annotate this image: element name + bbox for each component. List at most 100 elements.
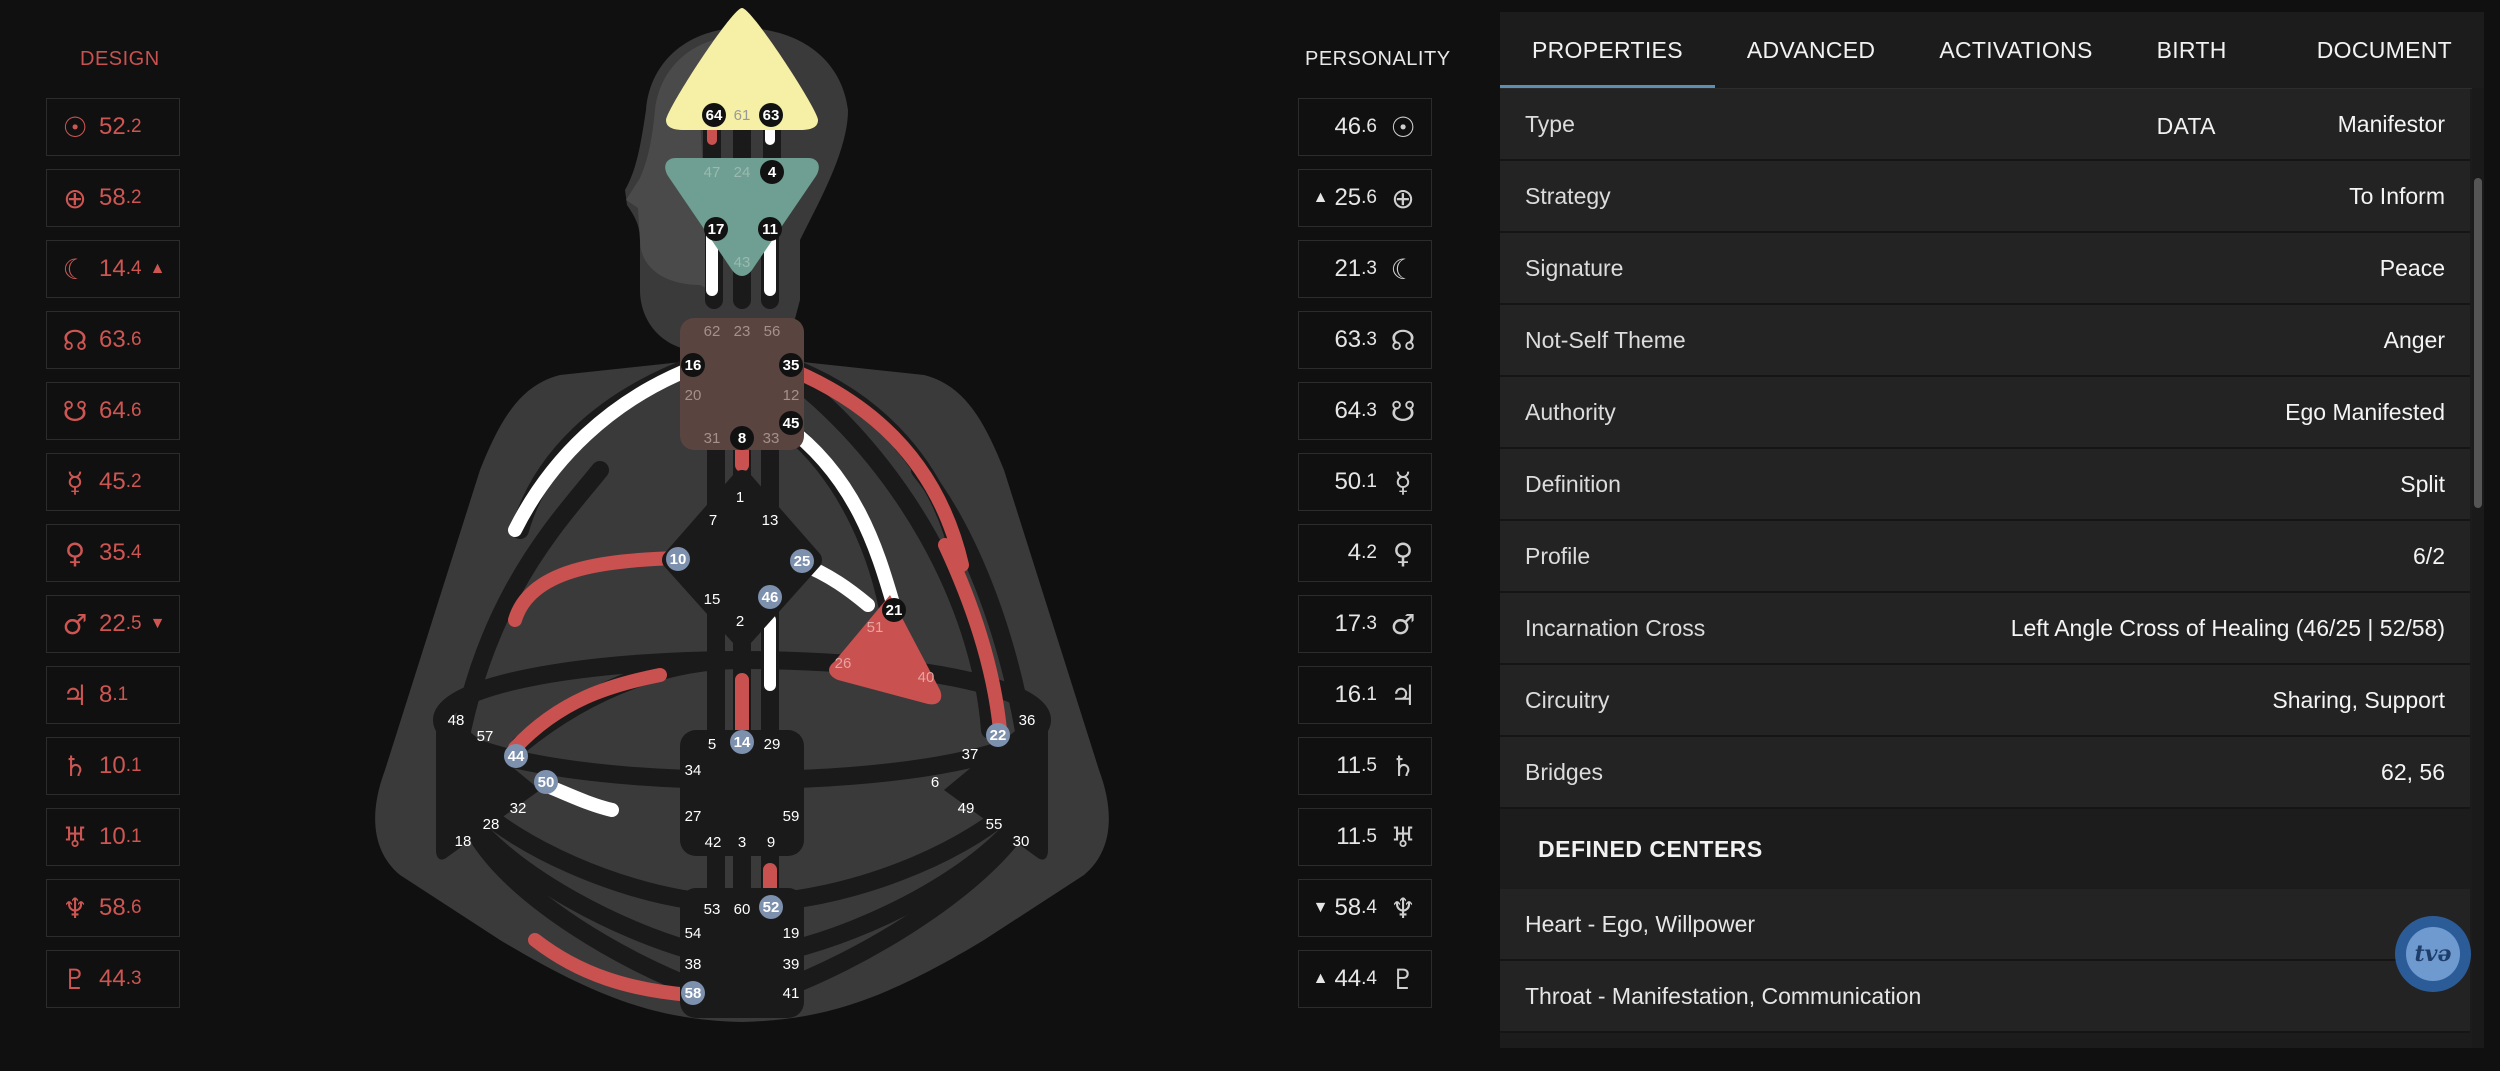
property-circuitry[interactable]: Circuitry Sharing, Support bbox=[1500, 665, 2470, 737]
personality-activation-mars[interactable]: 17.3 ♂ bbox=[1298, 595, 1432, 653]
svg-text:30: 30 bbox=[1013, 833, 1030, 850]
svg-text:47: 47 bbox=[704, 164, 721, 181]
personality-activation-pluto[interactable]: ▲ 44.4 ♇ bbox=[1298, 950, 1432, 1008]
bodygraph: 64 61 63 47 24 4 17 11 43 62 23 56 16 35… bbox=[375, 8, 1109, 1022]
svg-text:62: 62 bbox=[704, 323, 721, 340]
svg-text:29: 29 bbox=[764, 736, 781, 753]
panel-scrollbar[interactable] bbox=[2472, 88, 2484, 1048]
design-activation-jupiter[interactable]: ♃ 8.1 bbox=[46, 666, 180, 724]
personality-activation-south-node[interactable]: 64.3 ☋ bbox=[1298, 382, 1432, 440]
personality-activation-uranus[interactable]: 11.5 ♅ bbox=[1298, 808, 1432, 866]
svg-text:13: 13 bbox=[762, 512, 779, 529]
svg-text:57: 57 bbox=[477, 728, 494, 745]
svg-text:25: 25 bbox=[794, 553, 811, 570]
tab-properties[interactable]: PROPERTIES bbox=[1500, 12, 1715, 88]
personality-activation-mercury[interactable]: 50.1 ☿ bbox=[1298, 453, 1432, 511]
design-activation-moon[interactable]: ☾ 14.4 ▲ bbox=[46, 240, 180, 298]
property-profile[interactable]: Profile 6/2 bbox=[1500, 521, 2470, 593]
svg-text:34: 34 bbox=[685, 762, 702, 779]
svg-text:35: 35 bbox=[783, 357, 800, 374]
property-definition[interactable]: Definition Split bbox=[1500, 449, 2470, 521]
property-strategy[interactable]: Strategy To Inform bbox=[1500, 161, 2470, 233]
svg-text:27: 27 bbox=[685, 808, 702, 825]
svg-text:46: 46 bbox=[762, 589, 779, 606]
detriment-arrow-icon: ▼ bbox=[1312, 899, 1329, 916]
svg-text:36: 36 bbox=[1019, 712, 1036, 729]
property-type[interactable]: Type Manifestor bbox=[1500, 89, 2470, 161]
moon-icon: ☾ bbox=[1390, 252, 1416, 286]
pluto-icon: ♇ bbox=[62, 962, 88, 996]
design-activation-earth[interactable]: ⊕ 58.2 bbox=[46, 169, 180, 227]
earth-icon: ⊕ bbox=[63, 181, 87, 215]
scrollbar-thumb[interactable] bbox=[2474, 178, 2482, 508]
svg-text:33: 33 bbox=[763, 430, 780, 447]
panel-tabs: PROPERTIES ADVANCED ACTIVATIONS BIRTH DA… bbox=[1500, 12, 2484, 139]
design-activation-pluto[interactable]: ♇ 44.3 bbox=[46, 950, 180, 1008]
tab-advanced[interactable]: ADVANCED bbox=[1715, 12, 1908, 88]
sun-icon: ☉ bbox=[1390, 110, 1416, 144]
design-activation-uranus[interactable]: ♅ 10.1 bbox=[46, 808, 180, 866]
tab-activations[interactable]: ACTIVATIONS bbox=[1907, 12, 2124, 88]
personality-activation-saturn[interactable]: 11.5 ♄ bbox=[1298, 737, 1432, 795]
svg-text:54: 54 bbox=[685, 925, 702, 942]
design-activation-mercury[interactable]: ☿ 45.2 bbox=[46, 453, 180, 511]
saturn-icon: ♄ bbox=[62, 749, 88, 783]
svg-text:42: 42 bbox=[705, 834, 722, 851]
personality-activation-neptune[interactable]: ▼ 58.4 ♆ bbox=[1298, 879, 1432, 937]
svg-text:44: 44 bbox=[508, 748, 525, 765]
svg-text:52: 52 bbox=[763, 899, 780, 916]
design-activation-neptune[interactable]: ♆ 58.6 bbox=[46, 879, 180, 937]
svg-text:51: 51 bbox=[867, 619, 884, 636]
personality-activation-sun[interactable]: 46.6 ☉ bbox=[1298, 98, 1432, 156]
svg-text:38: 38 bbox=[685, 956, 702, 973]
design-activation-saturn[interactable]: ♄ 10.1 bbox=[46, 737, 180, 795]
svg-text:19: 19 bbox=[783, 925, 800, 942]
defined-center-item[interactable]: Heart - Ego, Willpower bbox=[1500, 889, 2470, 961]
pluto-icon: ♇ bbox=[1390, 962, 1416, 996]
svg-text:24: 24 bbox=[734, 164, 751, 181]
detriment-arrow-icon: ▼ bbox=[149, 615, 166, 632]
design-activation-sun[interactable]: ☉ 52.2 bbox=[46, 98, 180, 156]
sun-icon: ☉ bbox=[62, 110, 88, 144]
svg-text:11: 11 bbox=[762, 221, 778, 238]
design-activation-venus[interactable]: ♀ 35.4 bbox=[46, 524, 180, 582]
svg-text:41: 41 bbox=[783, 985, 800, 1002]
design-activation-south-node[interactable]: ☋ 64.6 bbox=[46, 382, 180, 440]
svg-text:39: 39 bbox=[783, 956, 800, 973]
svg-text:4: 4 bbox=[768, 164, 777, 181]
personality-activation-north-node[interactable]: 63.3 ☊ bbox=[1298, 311, 1432, 369]
earth-icon: ⊕ bbox=[1391, 181, 1415, 215]
jupiter-icon: ♃ bbox=[62, 678, 88, 712]
svg-text:1: 1 bbox=[736, 489, 744, 506]
property-signature[interactable]: Signature Peace bbox=[1500, 233, 2470, 305]
property-bridges[interactable]: Bridges 62, 56 bbox=[1500, 737, 2470, 809]
svg-text:14: 14 bbox=[734, 734, 751, 751]
mercury-icon: ☿ bbox=[66, 465, 84, 499]
property-incarnation-cross[interactable]: Incarnation Cross Left Angle Cross of Hea… bbox=[1500, 593, 2470, 665]
tab-birth-data[interactable]: BIRTH DATA bbox=[2125, 12, 2285, 139]
svg-text:22: 22 bbox=[990, 727, 1007, 744]
defined-center-item[interactable]: Throat - Manifestation, Communication bbox=[1500, 961, 2470, 1033]
north-node-icon: ☊ bbox=[1390, 323, 1416, 357]
chat-assistant-button[interactable]: tvǝ bbox=[2395, 916, 2471, 992]
property-authority[interactable]: Authority Ego Manifested bbox=[1500, 377, 2470, 449]
personality-activation-moon[interactable]: 21.3 ☾ bbox=[1298, 240, 1432, 298]
svg-text:3: 3 bbox=[738, 834, 746, 851]
design-activation-mars[interactable]: ♂ 22.5 ▼ bbox=[46, 595, 180, 653]
venus-icon: ♀ bbox=[64, 536, 86, 570]
personality-activation-jupiter[interactable]: 16.1 ♃ bbox=[1298, 666, 1432, 724]
south-node-icon: ☋ bbox=[1390, 394, 1416, 428]
personality-activation-venus[interactable]: 4.2 ♀ bbox=[1298, 524, 1432, 582]
svg-text:28: 28 bbox=[483, 816, 500, 833]
defined-centers-heading: DEFINED CENTERS bbox=[1500, 809, 2470, 889]
tab-document[interactable]: DOCUMENT bbox=[2285, 12, 2484, 88]
saturn-icon: ♄ bbox=[1390, 749, 1416, 783]
exalted-arrow-icon: ▲ bbox=[149, 260, 166, 277]
design-activation-north-node[interactable]: ☊ 63.6 bbox=[46, 311, 180, 369]
svg-text:32: 32 bbox=[510, 800, 527, 817]
property-not-self-theme[interactable]: Not-Self Theme Anger bbox=[1500, 305, 2470, 377]
svg-text:60: 60 bbox=[734, 901, 751, 918]
svg-text:6: 6 bbox=[931, 774, 939, 791]
svg-text:58: 58 bbox=[685, 985, 702, 1002]
personality-activation-earth[interactable]: ▲ 25.6 ⊕ bbox=[1298, 169, 1432, 227]
